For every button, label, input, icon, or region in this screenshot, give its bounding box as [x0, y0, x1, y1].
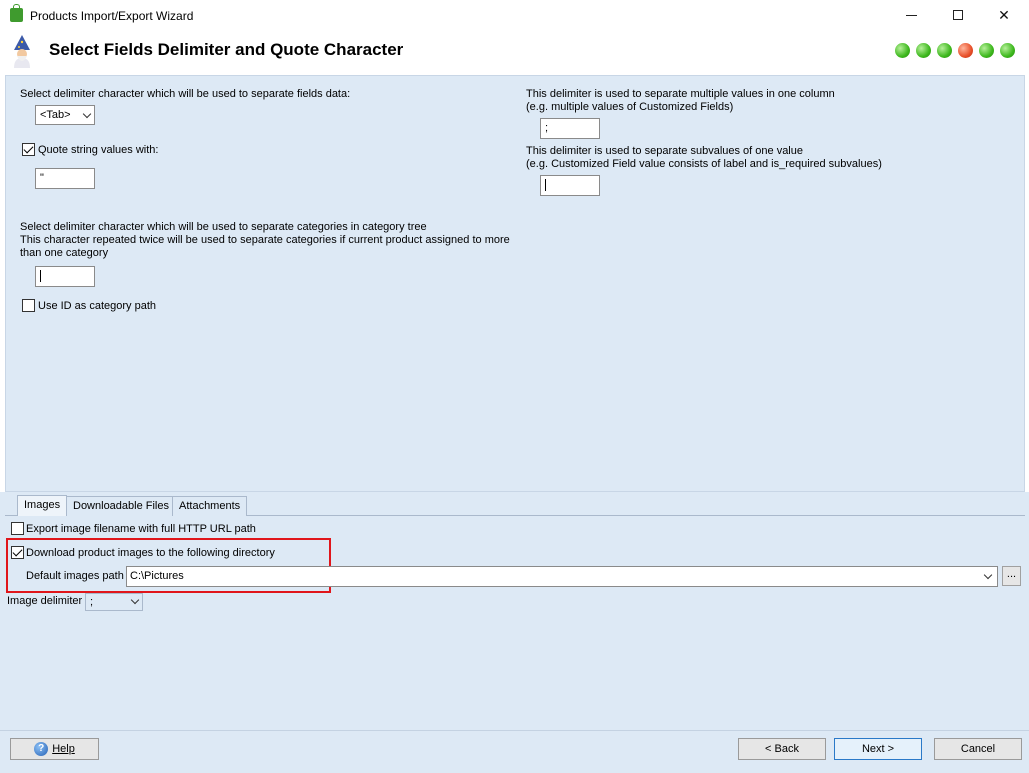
export-full-url-checkbox[interactable] — [11, 522, 24, 535]
use-id-checkbox[interactable] — [22, 299, 35, 312]
help-icon: ? — [34, 742, 49, 757]
multi-values-label-line1: This delimiter is used to separate multi… — [526, 88, 835, 100]
quote-checkbox[interactable] — [22, 143, 35, 156]
chevron-down-icon — [983, 570, 993, 580]
text-cursor — [545, 179, 546, 192]
default-path-input[interactable]: C:\Pictures — [126, 566, 998, 587]
subvalues-label-line2: (e.g. Customized Field value consists of… — [526, 158, 882, 170]
minimize-icon — [905, 14, 917, 16]
image-delimiter-label: Image delimiter — [7, 595, 83, 607]
maximize-icon — [953, 10, 963, 20]
shopping-bag-icon — [10, 4, 23, 22]
cancel-button[interactable]: Cancel — [934, 738, 1022, 760]
delimiter-settings-panel — [5, 75, 1025, 492]
category-label-line3: than one category — [20, 247, 109, 259]
download-images-checkbox[interactable] — [11, 546, 24, 559]
default-path-value: C:\Pictures — [130, 570, 184, 582]
tab-images[interactable]: Images — [17, 495, 68, 516]
category-label-line1: Select delimiter character which will be… — [20, 221, 427, 233]
delimiter-select-value: <Tab> — [40, 109, 71, 121]
step-dot-red — [958, 43, 973, 58]
next-button[interactable]: Next > — [834, 738, 922, 760]
close-button[interactable]: ✕ — [981, 0, 1027, 30]
step-dot-green — [916, 43, 931, 58]
use-id-label: Use ID as category path — [38, 300, 157, 312]
quote-input[interactable]: " — [35, 168, 95, 189]
step-dot-green — [937, 43, 952, 58]
text-cursor — [40, 270, 41, 283]
subvalues-delimiter-input[interactable] — [540, 175, 600, 196]
step-dot-green — [1000, 43, 1015, 58]
multi-values-label-line2: (e.g. multiple values of Customized Fiel… — [526, 101, 734, 113]
wizard-icon — [14, 35, 30, 68]
multi-values-delimiter-input[interactable]: ; — [540, 118, 600, 139]
chevron-down-icon — [130, 595, 140, 605]
chevron-down-icon — [82, 109, 92, 119]
page-title: Select Fields Delimiter and Quote Charac… — [49, 40, 404, 59]
category-delimiter-input[interactable] — [35, 266, 95, 287]
step-dot-green — [979, 43, 994, 58]
image-delimiter-value: ; — [90, 596, 94, 608]
maximize-button[interactable] — [935, 0, 981, 30]
help-button[interactable]: ? Help — [10, 738, 99, 760]
title-bar: Products Import/Export Wizard ✕ — [0, 0, 1029, 30]
default-path-label: Default images path — [26, 570, 124, 582]
wizard-header: Select Fields Delimiter and Quote Charac… — [0, 30, 1029, 74]
browse-button[interactable]: ... — [1002, 566, 1021, 586]
tab-attachments[interactable]: Attachments — [172, 496, 248, 516]
window-title: Products Import/Export Wizard — [30, 9, 194, 23]
step-dot-green — [895, 43, 910, 58]
help-button-label: Help — [52, 743, 75, 755]
export-full-url-label: Export image filename with full HTTP URL… — [26, 523, 256, 535]
image-delimiter-select[interactable]: ; — [85, 593, 143, 611]
category-label-line2: This character repeated twice will be us… — [20, 234, 510, 246]
progress-indicator — [895, 43, 1015, 58]
delimiter-label: Select delimiter character which will be… — [20, 88, 351, 100]
subvalues-label-line1: This delimiter is used to separate subva… — [526, 145, 803, 157]
tab-downloadable-files[interactable]: Downloadable Files — [66, 496, 176, 516]
back-button[interactable]: < Back — [738, 738, 826, 760]
delimiter-select[interactable]: <Tab> — [35, 105, 95, 125]
close-icon: ✕ — [998, 6, 1010, 23]
quote-label: Quote string values with: — [38, 144, 159, 156]
download-images-label: Download product images to the following… — [26, 547, 275, 559]
minimize-button[interactable] — [888, 0, 934, 30]
